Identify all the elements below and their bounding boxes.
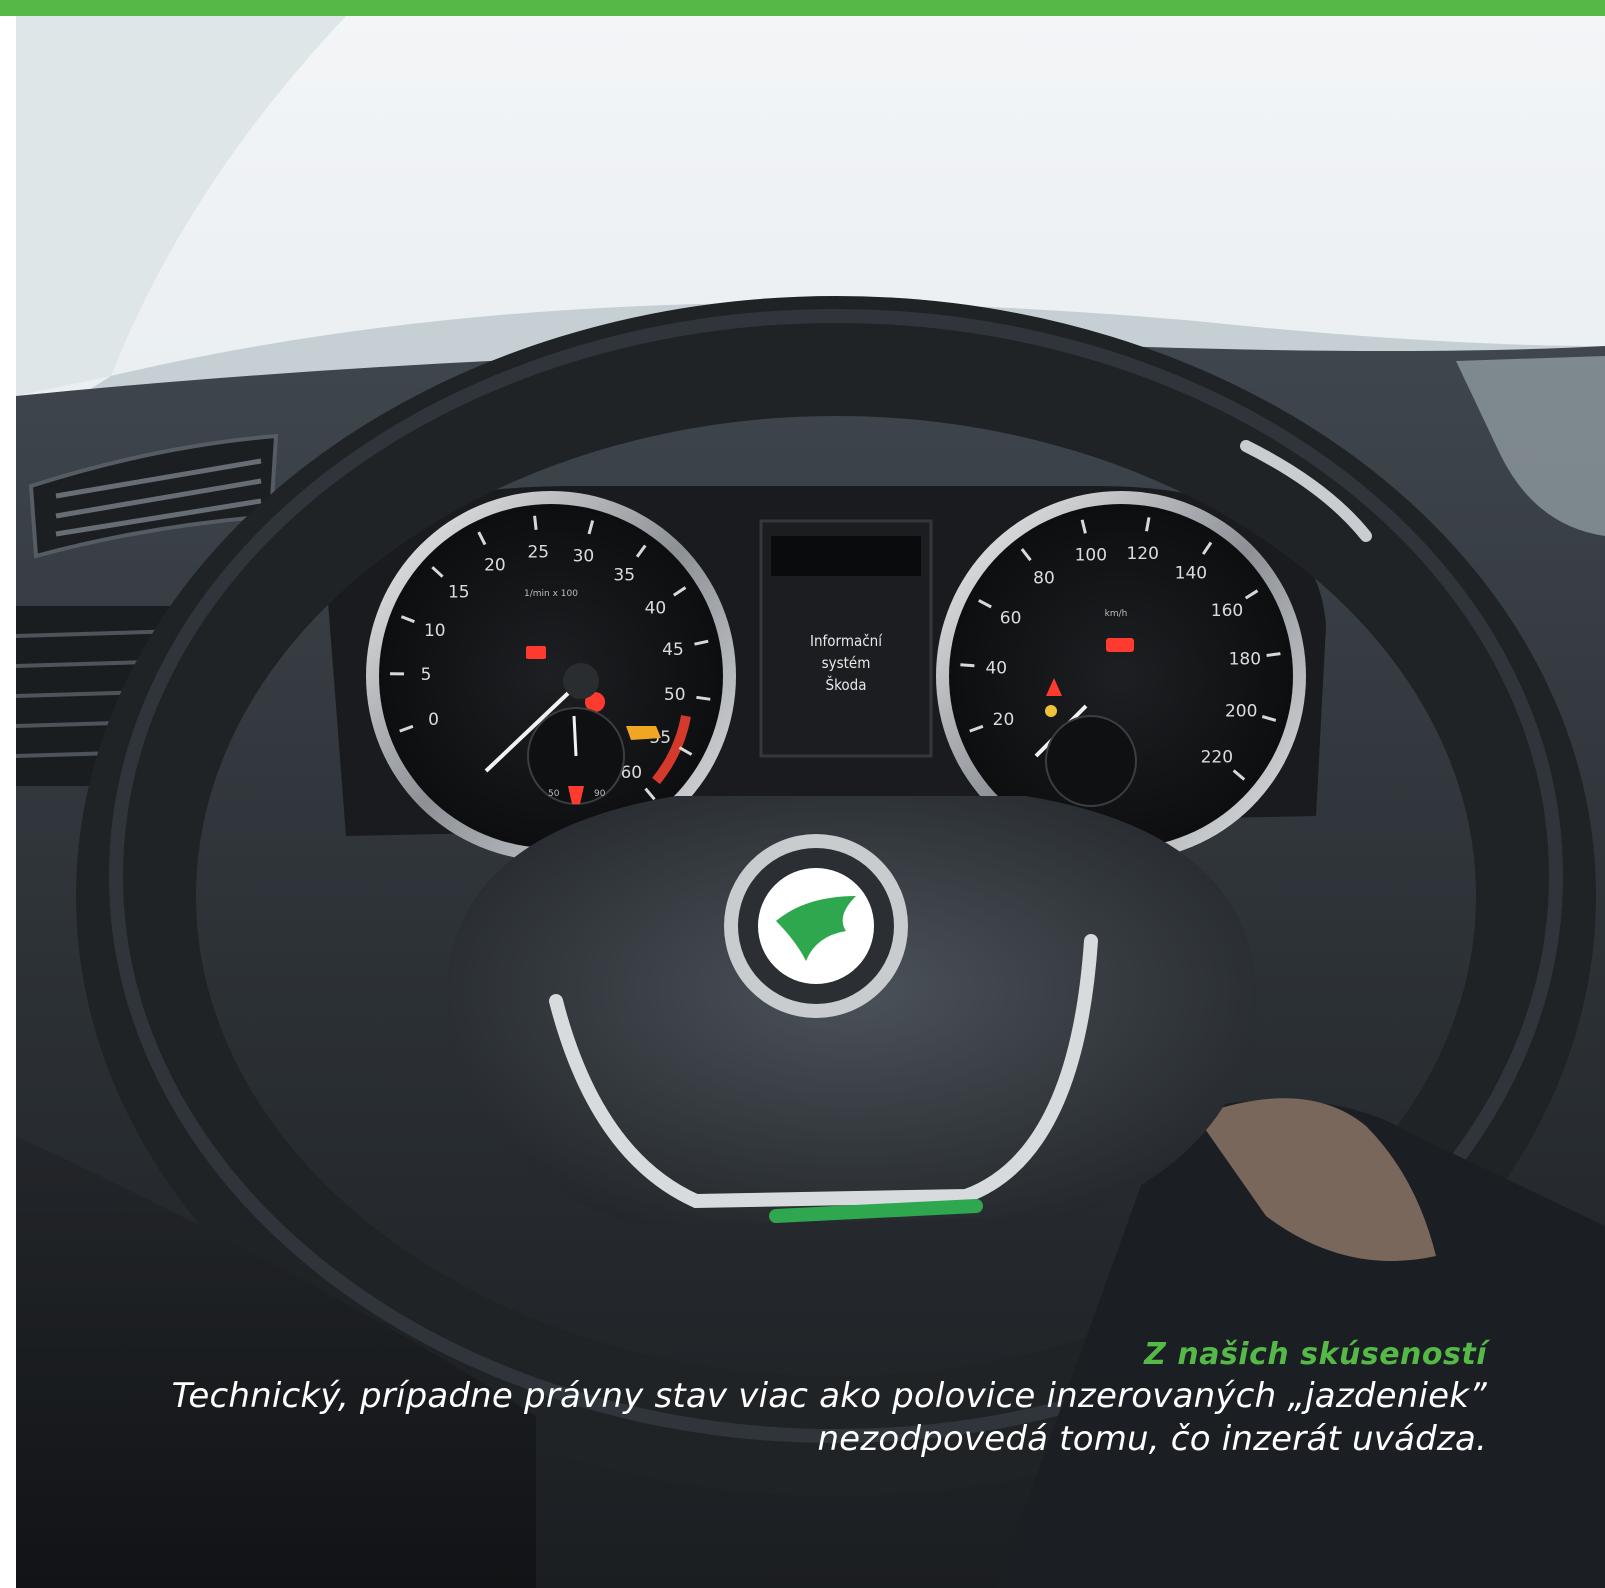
temp-gauge-low: 50 xyxy=(548,789,560,799)
tachometer-tick-label: 0 xyxy=(428,710,439,730)
tachometer-unit: 1/min x 100 xyxy=(524,589,578,599)
speedometer-tick-label: 120 xyxy=(1126,544,1158,564)
speedometer-tick-label: 60 xyxy=(1000,608,1022,628)
brand-top-bar xyxy=(0,0,1605,16)
display-line-3: Škoda xyxy=(826,675,867,694)
speedometer-tick-label: 80 xyxy=(1033,569,1055,589)
information-display: Informační systém Škoda xyxy=(759,519,933,758)
tachometer-tick-label: 30 xyxy=(573,546,595,566)
speedometer-tick-label: 100 xyxy=(1075,546,1107,566)
caption-line-2: nezodpovedá tomu, čo inzerát uvádza. xyxy=(817,1419,1487,1459)
tachometer-tick-label: 50 xyxy=(664,685,686,705)
skoda-logo-icon xyxy=(724,834,908,1018)
display-line-1: Informační xyxy=(810,632,883,650)
tachometer-tick-label: 45 xyxy=(662,640,684,660)
speedometer-tick-label: 140 xyxy=(1175,563,1207,583)
speedometer-tick-label: 180 xyxy=(1229,650,1261,670)
display-line-2: systém xyxy=(822,654,871,672)
tachometer-tick-label: 5 xyxy=(421,665,432,685)
tachometer-tick-mark xyxy=(696,695,711,701)
caption-title: Z našich skúseností xyxy=(1144,1337,1487,1372)
tachometer-tick-label: 35 xyxy=(613,566,635,586)
speedometer-tick-label: 40 xyxy=(985,658,1007,678)
tachometer-tick-label: 15 xyxy=(448,583,470,603)
speedometer-unit: km/h xyxy=(1105,609,1128,619)
tachometer-tick-label: 10 xyxy=(424,621,446,641)
speedometer-tick-label: 160 xyxy=(1211,601,1243,621)
caption-line-1: Technický, prípadne právny stav viac ako… xyxy=(171,1376,1487,1416)
tachometer-tick-label: 25 xyxy=(527,543,549,563)
speedometer-tick-mark xyxy=(1266,652,1281,657)
speedometer-tick-label: 220 xyxy=(1201,747,1233,767)
tachometer-tick-label: 40 xyxy=(645,598,667,618)
temp-gauge-high: 90 xyxy=(594,789,606,799)
tachometer-tick-mark xyxy=(533,515,538,530)
page: 0 5 10 15 20 25 30 35 40 45 50 55 60 1/min x 100 50 … xyxy=(0,0,1605,1588)
caption: Z našich skúseností Technický, prípadne … xyxy=(87,1335,1487,1461)
speedometer-tick-mark xyxy=(960,663,975,668)
tachometer-tick-label: 20 xyxy=(484,555,506,575)
speedometer-tick-label: 200 xyxy=(1225,702,1257,722)
speedometer-tick-label: 20 xyxy=(993,710,1015,730)
